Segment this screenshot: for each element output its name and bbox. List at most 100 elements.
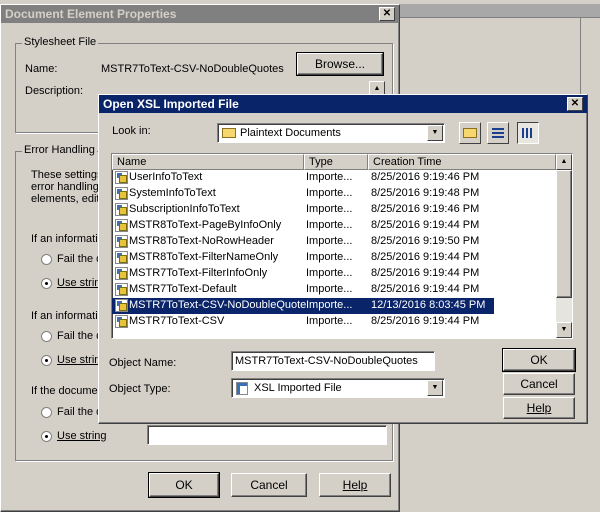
- fail-label-2: Fail the d: [57, 330, 103, 342]
- background-window-frame: [580, 18, 600, 96]
- bg-dialog-title: Document Element Properties: [5, 7, 177, 21]
- use-string-radio-3[interactable]: [41, 431, 52, 442]
- file-time: 8/25/2016 9:19:50 PM: [371, 235, 480, 247]
- xsl-file-icon: [115, 299, 128, 312]
- file-type: Importe...: [306, 219, 353, 231]
- file-type: Importe...: [306, 283, 353, 295]
- list-item[interactable]: MSTR7ToText-FilterInfoOnly Importe... 8/25…: [112, 266, 556, 282]
- object-name-label: Object Name:: [109, 357, 177, 369]
- list-item[interactable]: MSTR7ToText-Default Importe... 8/25/2016 9…: [112, 282, 556, 298]
- xsl-file-icon: [236, 382, 248, 395]
- list-item[interactable]: MSTR7ToText-CSV Importe... 8/25/2016 9:19:…: [112, 314, 556, 330]
- bg-help-button[interactable]: Help: [319, 473, 391, 497]
- browse-button[interactable]: Browse...: [296, 52, 384, 76]
- if-info-label-1: If an informatio: [31, 233, 104, 245]
- xsl-file-icon: [115, 315, 128, 328]
- file-time: 8/25/2016 9:19:44 PM: [371, 251, 480, 263]
- list-item[interactable]: MSTR8ToText-NoRowHeader Importe... 8/25/20…: [112, 234, 556, 250]
- details-view-icon[interactable]: [517, 122, 539, 144]
- cancel-button[interactable]: Cancel: [503, 373, 575, 395]
- object-type-label: Object Type:: [109, 383, 171, 395]
- file-list[interactable]: Name Type Creation Time UserInfoToText Im…: [111, 153, 573, 339]
- file-name: MSTR7ToText-CSV-NoDoubleQuotes: [129, 299, 316, 311]
- stylesheet-group-label: Stylesheet File: [22, 36, 99, 48]
- file-type: Importe...: [306, 251, 353, 263]
- file-time: 8/25/2016 9:19:44 PM: [371, 219, 480, 231]
- column-type[interactable]: Type: [304, 154, 368, 170]
- file-rows: UserInfoToText Importe... 8/25/2016 9:19:4…: [112, 170, 556, 338]
- xsl-file-icon: [115, 187, 128, 200]
- look-in-value: Plaintext Documents: [240, 127, 341, 139]
- file-type: Importe...: [306, 299, 353, 311]
- file-name: MSTR7ToText-Default: [129, 283, 237, 295]
- file-name: SubscriptionInfoToText: [129, 203, 240, 215]
- file-time: 8/25/2016 9:19:48 PM: [371, 187, 480, 199]
- help-button[interactable]: Help: [503, 397, 575, 419]
- name-label: Name:: [25, 63, 58, 75]
- file-type: Importe...: [306, 267, 353, 279]
- object-name-field[interactable]: MSTR7ToText-CSV-NoDoubleQuotes: [231, 351, 435, 371]
- xsl-file-icon: [115, 267, 128, 280]
- chevron-down-icon[interactable]: ▼: [427, 125, 443, 141]
- error-text-1: These settings: [31, 169, 103, 181]
- xsl-file-icon: [115, 235, 128, 248]
- file-type: Importe...: [306, 315, 353, 327]
- if-info-label-2: If an informatio: [31, 310, 104, 322]
- use-string-radio-1[interactable]: [41, 278, 52, 289]
- look-in-dropdown[interactable]: Plaintext Documents ▼: [217, 123, 445, 143]
- use-string-field-3[interactable]: [147, 425, 387, 445]
- file-time: 8/25/2016 9:19:46 PM: [371, 171, 480, 183]
- scroll-thumb[interactable]: [556, 170, 572, 298]
- file-name: SystemInfoToText: [129, 187, 216, 199]
- look-in-label: LLook in:: [112, 125, 151, 137]
- use-string-label-3: Use string: [57, 430, 107, 442]
- list-view-icon[interactable]: [487, 122, 509, 144]
- fail-radio-2[interactable]: [41, 331, 52, 342]
- open-xsl-dialog: Open XSL Imported File ✕ LLook in: Plain…: [98, 94, 588, 424]
- up-folder-icon[interactable]: [459, 122, 481, 144]
- bg-close-button[interactable]: ✕: [379, 7, 395, 21]
- file-name: UserInfoToText: [129, 171, 203, 183]
- file-list-scrollbar[interactable]: ▲ ▼: [556, 154, 572, 338]
- dialog-title: Open XSL Imported File: [103, 97, 239, 111]
- list-item[interactable]: SystemInfoToText Importe... 8/25/2016 9:19…: [112, 186, 556, 202]
- column-name[interactable]: Name: [112, 154, 304, 170]
- up-folder-glyph: [463, 128, 477, 138]
- ok-button[interactable]: OK: [502, 348, 576, 372]
- object-type-chevron-icon[interactable]: ▼: [427, 380, 443, 396]
- use-string-radio-2[interactable]: [41, 355, 52, 366]
- bg-cancel-button[interactable]: Cancel: [231, 473, 307, 497]
- list-item[interactable]: MSTR8ToText-FilterNameOnly Importe... 8/25…: [112, 250, 556, 266]
- list-item[interactable]: MSTR7ToText-CSV-NoDoubleQuotes Importe...…: [112, 298, 494, 314]
- fail-radio-3[interactable]: [41, 407, 52, 418]
- list-item[interactable]: MSTR8ToText-PageByInfoOnly Importe... 8/25…: [112, 218, 556, 234]
- if-doc-label: If the documer: [31, 385, 102, 397]
- xsl-file-icon: [115, 251, 128, 264]
- file-type: Importe...: [306, 235, 353, 247]
- xsl-file-icon: [115, 219, 128, 232]
- object-type-dropdown[interactable]: XSL Imported File ▼: [231, 378, 445, 398]
- background-window-strip: [400, 4, 600, 18]
- description-label: Description:: [25, 85, 84, 97]
- scroll-down-arrow[interactable]: ▼: [556, 322, 572, 338]
- object-type-value: XSL Imported File: [254, 382, 342, 394]
- fail-radio-1[interactable]: [41, 254, 52, 265]
- scroll-up-arrow[interactable]: ▲: [556, 154, 572, 170]
- file-time: 12/13/2016 8:03:45 PM: [371, 299, 486, 311]
- bg-ok-button[interactable]: OK: [148, 472, 220, 498]
- column-creation-time[interactable]: Creation Time: [368, 154, 556, 170]
- xsl-file-icon: [115, 171, 128, 184]
- list-item[interactable]: UserInfoToText Importe... 8/25/2016 9:19:4…: [112, 170, 556, 186]
- file-type: Importe...: [306, 187, 353, 199]
- file-name: MSTR7ToText-CSV: [129, 315, 225, 327]
- file-type: Importe...: [306, 171, 353, 183]
- list-view-glyph: [492, 128, 504, 138]
- file-time: 8/25/2016 9:19:44 PM: [371, 283, 480, 295]
- details-view-glyph: [522, 128, 534, 138]
- file-time: 8/25/2016 9:19:44 PM: [371, 315, 480, 327]
- folder-icon: [222, 128, 236, 138]
- name-value: MSTR7ToText-CSV-NoDoubleQuotes: [101, 63, 284, 75]
- dialog-titlebar: Open XSL Imported File: [99, 95, 587, 113]
- list-item[interactable]: SubscriptionInfoToText Importe... 8/25/201…: [112, 202, 556, 218]
- dialog-close-button[interactable]: ✕: [567, 97, 583, 111]
